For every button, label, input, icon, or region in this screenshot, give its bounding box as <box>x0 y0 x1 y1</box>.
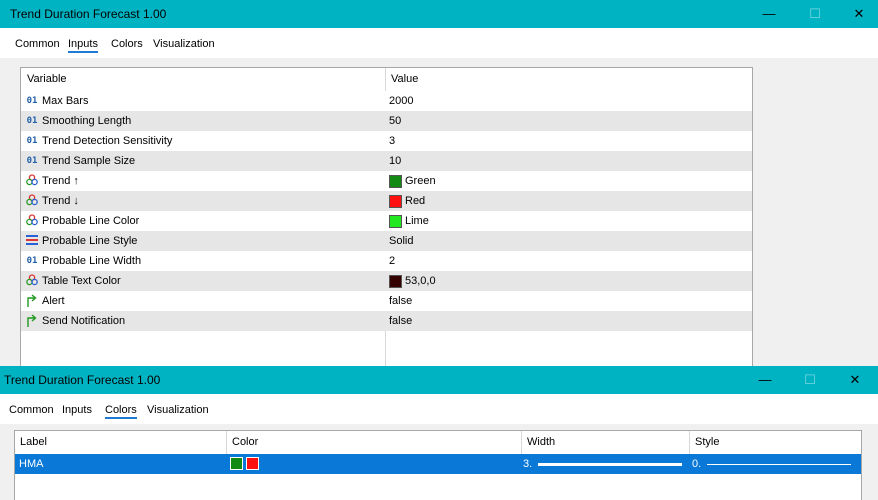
table-row[interactable]: Table Text Color 53,0,0 <box>21 271 752 291</box>
minimize-icon[interactable]: — <box>746 0 792 28</box>
title-bar[interactable]: Trend Duration Forecast 1.00 — ☐ ✕ <box>0 0 878 28</box>
int-icon: 01 <box>26 136 38 146</box>
variable-name: Probable Line Style <box>42 235 138 247</box>
tab-inputs[interactable]: Inputs <box>62 404 92 416</box>
variable-value[interactable]: 53,0,0 <box>405 275 436 287</box>
column-divider[interactable] <box>521 431 522 454</box>
tab-common[interactable]: Common <box>15 38 60 50</box>
variable-name: Alert <box>42 295 65 307</box>
line-style-icon <box>26 234 38 248</box>
color-swatch-2[interactable] <box>246 457 259 470</box>
inputs-table: Variable Value 01 Max Bars 2000 01 Smoothing… <box>20 67 753 366</box>
tab-visualization[interactable]: Visualization <box>153 38 215 50</box>
variable-value[interactable]: 2000 <box>389 95 413 107</box>
color-swatch-1[interactable] <box>230 457 243 470</box>
table-row[interactable]: Probable Line Color Lime <box>21 211 752 231</box>
variable-name: Trend ↑ <box>42 175 79 187</box>
tab-visualization[interactable]: Visualization <box>147 404 209 416</box>
maximize-icon[interactable]: ☐ <box>787 366 833 394</box>
color-icon <box>26 194 38 208</box>
minimize-icon[interactable]: — <box>742 366 788 394</box>
color-icon <box>26 174 38 188</box>
tab-colors[interactable]: Colors <box>105 404 137 419</box>
color-icon <box>26 274 38 288</box>
column-divider[interactable] <box>689 431 690 454</box>
variable-value[interactable]: false <box>389 315 412 327</box>
variable-name: Probable Line Color <box>42 215 140 227</box>
tab-strip: Common Inputs Colors Visualization <box>0 28 878 58</box>
variable-name: Trend Detection Sensitivity <box>42 135 173 147</box>
variable-value[interactable]: 2 <box>389 255 395 267</box>
table-row[interactable]: Probable Line Style Solid <box>21 231 752 251</box>
window-title: Trend Duration Forecast 1.00 <box>10 7 167 21</box>
variable-value[interactable]: 3 <box>389 135 395 147</box>
color-swatch[interactable] <box>389 275 402 288</box>
width-value[interactable]: 3. <box>523 458 532 470</box>
dialog-colors: Trend Duration Forecast 1.00 — ☐ ✕ Commo… <box>0 366 878 500</box>
variable-name: Trend Sample Size <box>42 155 136 167</box>
tab-common[interactable]: Common <box>9 404 54 416</box>
column-header-variable[interactable]: Variable <box>27 73 67 85</box>
table-row[interactable]: 01 Smoothing Length 50 <box>21 111 752 131</box>
variable-value[interactable]: false <box>389 295 412 307</box>
variable-value[interactable]: 50 <box>389 115 401 127</box>
dialog-inputs: Trend Duration Forecast 1.00 — ☐ ✕ Commo… <box>0 0 878 366</box>
table-row[interactable]: 01 Trend Detection Sensitivity 3 <box>21 131 752 151</box>
table-row[interactable]: Alert false <box>21 291 752 311</box>
style-value[interactable]: 0. <box>692 458 701 470</box>
tab-inputs[interactable]: Inputs <box>68 38 98 53</box>
column-divider[interactable] <box>226 431 227 454</box>
color-swatch[interactable] <box>389 195 402 208</box>
int-icon: 01 <box>26 256 38 266</box>
colors-table: Label Color Width Style HMA 3. 0. <box>14 430 862 500</box>
variable-value[interactable]: Red <box>405 195 425 207</box>
variable-name: Trend ↓ <box>42 195 79 207</box>
color-icon <box>26 214 38 228</box>
table-header: Variable Value <box>21 68 752 91</box>
tab-strip: Common Inputs Colors Visualization <box>0 394 878 424</box>
window-title: Trend Duration Forecast 1.00 <box>4 373 161 387</box>
close-icon[interactable]: ✕ <box>832 366 878 394</box>
title-bar[interactable]: Trend Duration Forecast 1.00 — ☐ ✕ <box>0 366 878 394</box>
variable-name: Smoothing Length <box>42 115 132 127</box>
color-swatch[interactable] <box>389 175 402 188</box>
close-icon[interactable]: ✕ <box>836 0 878 28</box>
bool-icon <box>26 294 38 308</box>
variable-value[interactable]: Green <box>405 175 436 187</box>
variable-name: Max Bars <box>42 95 89 107</box>
table-header: Label Color Width Style <box>15 431 861 454</box>
variable-name: Probable Line Width <box>42 255 142 267</box>
variable-name: Send Notification <box>42 315 126 327</box>
variable-name: Table Text Color <box>42 275 121 287</box>
int-icon: 01 <box>26 116 38 126</box>
column-header-color[interactable]: Color <box>232 436 258 448</box>
table-row-selected[interactable]: HMA 3. 0. <box>15 454 861 474</box>
table-row[interactable]: 01 Probable Line Width 2 <box>21 251 752 271</box>
width-line-preview <box>538 463 682 466</box>
style-line-preview <box>707 464 851 465</box>
column-header-width[interactable]: Width <box>527 436 555 448</box>
tab-colors[interactable]: Colors <box>111 38 143 50</box>
table-row[interactable]: 01 Trend Sample Size 10 <box>21 151 752 171</box>
table-row[interactable]: Send Notification false <box>21 311 752 331</box>
table-row[interactable]: Trend ↑ Green <box>21 171 752 191</box>
column-header-style[interactable]: Style <box>695 436 719 448</box>
color-swatch[interactable] <box>389 215 402 228</box>
bool-icon <box>26 314 38 328</box>
maximize-icon[interactable]: ☐ <box>792 0 838 28</box>
column-header-value[interactable]: Value <box>391 73 418 85</box>
column-header-label[interactable]: Label <box>20 436 47 448</box>
variable-value[interactable]: Solid <box>389 235 413 247</box>
variable-value[interactable]: Lime <box>405 215 429 227</box>
table-row[interactable]: Trend ↓ Red <box>21 191 752 211</box>
int-icon: 01 <box>26 96 38 106</box>
row-label: HMA <box>19 458 44 470</box>
table-row[interactable]: 01 Max Bars 2000 <box>21 91 752 111</box>
int-icon: 01 <box>26 156 38 166</box>
variable-value[interactable]: 10 <box>389 155 401 167</box>
